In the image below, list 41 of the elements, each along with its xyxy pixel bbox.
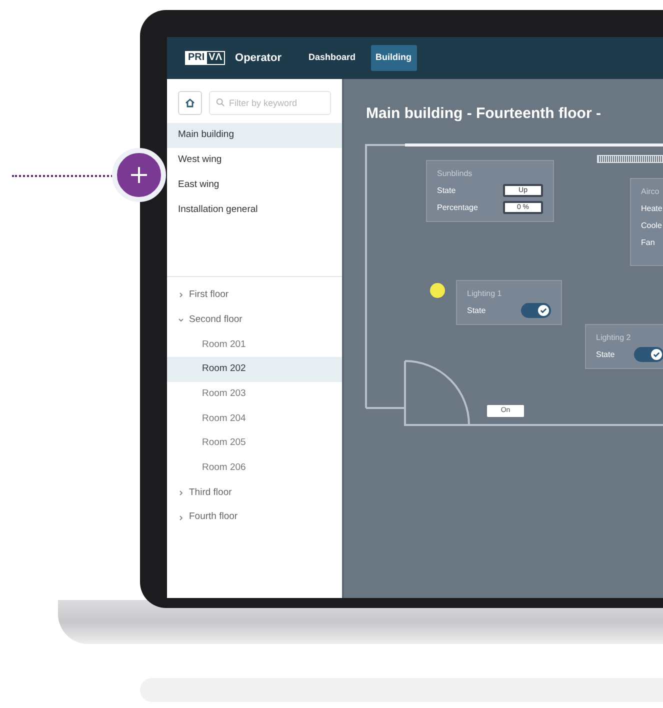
panel-title: Lighting 2 — [596, 332, 632, 344]
row-label: Percentage — [437, 202, 478, 214]
toggle-switch[interactable] — [521, 303, 551, 318]
tree-item[interactable]: Room 203 — [167, 382, 342, 406]
chevron-right-icon — [178, 292, 184, 298]
nav-tab[interactable]: Dashboard — [303, 45, 360, 71]
location-item[interactable]: Main building — [167, 123, 342, 148]
floor-title: Main building - Fourteenth floor - — [366, 104, 601, 124]
tree-item[interactable]: Room 206 — [167, 456, 342, 480]
panel-title: Airco — [641, 186, 660, 198]
row-label: Heate — [641, 202, 662, 214]
tree-item[interactable]: Second floor — [167, 308, 342, 332]
home-button[interactable] — [178, 90, 202, 114]
plus-icon — [130, 166, 148, 184]
chevron-right-icon — [178, 490, 184, 496]
toggle-switch[interactable] — [634, 347, 663, 362]
home-icon — [185, 98, 195, 108]
search-field[interactable]: Filter by keyword — [209, 91, 331, 115]
row-label: State — [467, 304, 486, 316]
tree-item[interactable]: Room 205 — [167, 431, 342, 456]
panel-title: Sunblinds — [437, 168, 474, 180]
check-icon — [540, 307, 547, 314]
logo: PRI VΛ — [185, 51, 226, 65]
tree-item[interactable]: Room 201 — [167, 332, 342, 358]
row-label: State — [596, 348, 615, 360]
row-label: Fan — [641, 236, 655, 248]
row-label: State — [437, 184, 456, 196]
tree-item[interactable]: Room 204 — [167, 406, 342, 432]
tree-item[interactable]: Third floor — [167, 480, 342, 506]
radiator-drawing — [597, 155, 663, 163]
check-icon — [653, 351, 660, 358]
row-label: Coole — [641, 220, 662, 232]
chevron-down-icon — [178, 317, 184, 324]
app-name: Operator — [235, 50, 282, 66]
search-icon — [216, 98, 225, 107]
chevron-right-icon — [178, 514, 184, 521]
panel-title: Lighting 1 — [467, 288, 503, 300]
tree-item[interactable]: First floor — [167, 283, 342, 308]
nav-tab[interactable]: Building — [370, 45, 416, 71]
tree-item[interactable]: Fourth floor — [167, 505, 342, 530]
tree-item[interactable]: Room 202 — [167, 357, 342, 382]
